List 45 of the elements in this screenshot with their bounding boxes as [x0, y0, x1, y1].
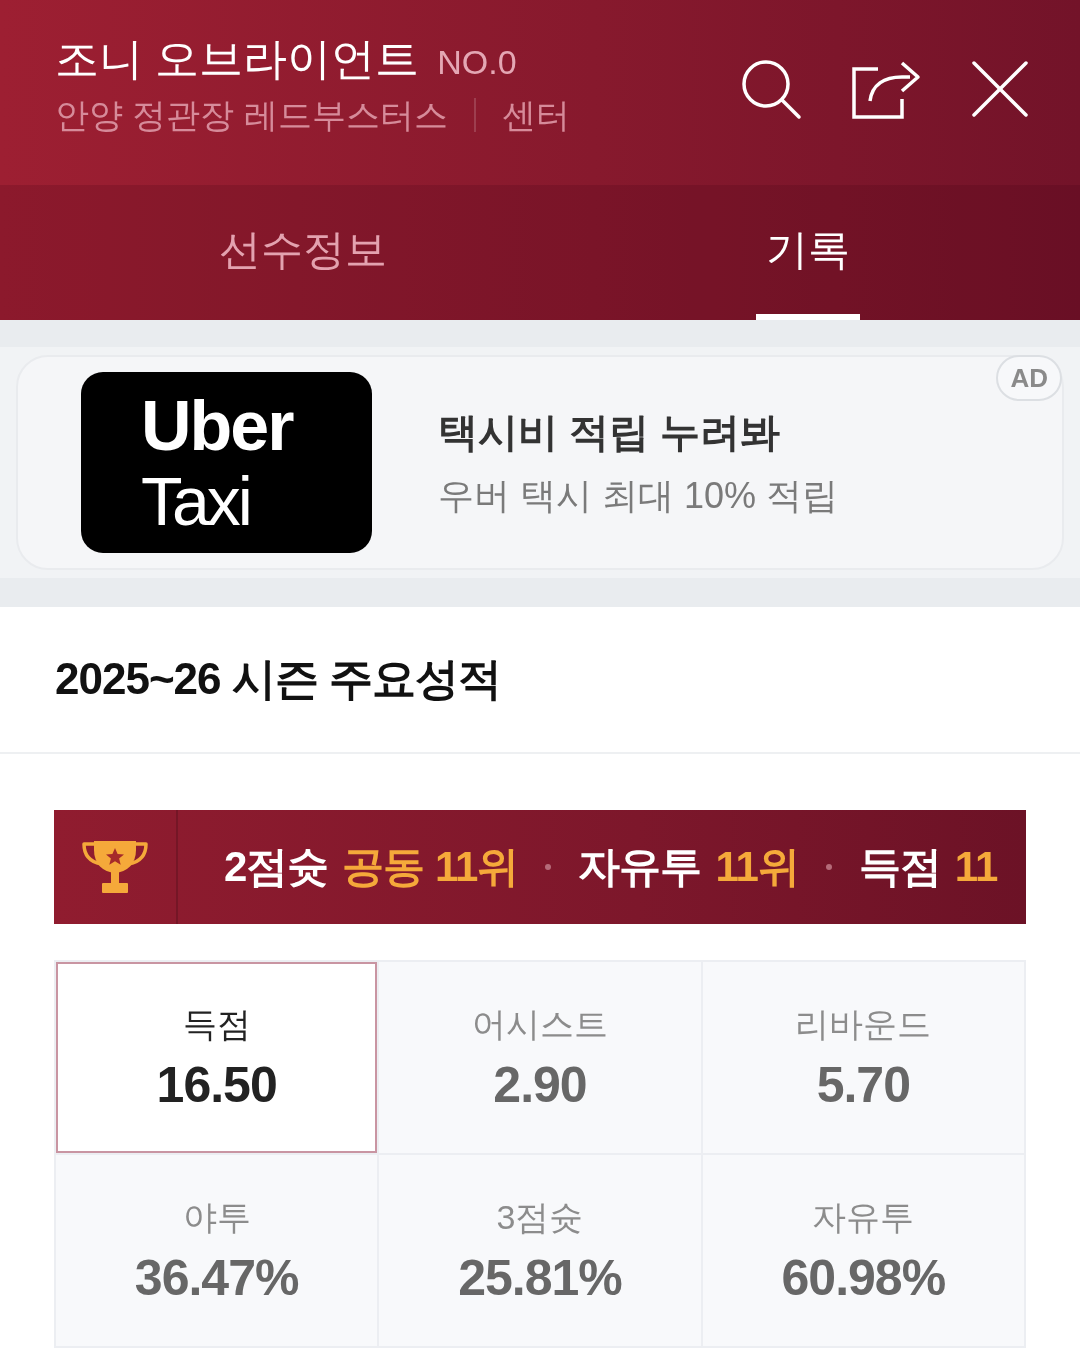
ad-card[interactable]: Uber Taxi 택시비 적립 누려봐 우버 택시 최대 10% 적립 AD: [16, 355, 1064, 570]
stat-cell[interactable]: 득점 16.50: [56, 962, 378, 1153]
ranking-category: 득점: [858, 842, 941, 892]
stat-value: 60.98%: [781, 1248, 946, 1307]
close-icon: [972, 61, 1028, 117]
stat-label: 자유투: [812, 1196, 915, 1238]
search-icon: [740, 58, 802, 120]
ad-subtitle: 우버 택시 최대 10% 적립: [438, 473, 839, 518]
stat-value: 5.70: [816, 1055, 910, 1114]
logo-text: Taxi: [141, 466, 250, 535]
ranking-value: 공동 11위: [342, 842, 519, 892]
section-title: 2025~26 시즌 주요성적: [55, 653, 501, 705]
team-name: 안양 정관장 레드부스터스: [55, 95, 448, 137]
player-name: 조니 오브라이언트: [55, 33, 420, 85]
ad-badge: AD: [996, 355, 1062, 401]
separator-dot-icon: [545, 864, 552, 870]
stat-label: 리바운드: [795, 1003, 932, 1045]
ranking-value: 11위: [715, 842, 799, 892]
stat-label: 3점슛: [496, 1196, 584, 1238]
stat-label: 야투: [182, 1196, 251, 1238]
stat-cell[interactable]: 리바운드 5.70: [702, 962, 1024, 1153]
stat-cell[interactable]: 자유투 60.98%: [702, 1155, 1024, 1346]
stat-label: 득점: [182, 1003, 251, 1045]
trophy-icon: [81, 840, 149, 894]
player-position: 센터: [501, 95, 570, 137]
close-button[interactable]: [972, 61, 1028, 117]
ranking-category: 2점슛: [224, 842, 329, 892]
ranking-category: 자유투: [578, 842, 702, 892]
stat-value: 2.90: [493, 1055, 587, 1114]
stat-cell[interactable]: 야투 36.47%: [56, 1155, 378, 1346]
stat-cell[interactable]: 어시스트 2.90: [379, 962, 701, 1153]
search-button[interactable]: [740, 58, 802, 120]
jersey-number: NO.0: [437, 43, 517, 82]
share-icon: [852, 59, 922, 119]
ad-title: 택시비 적립 누려봐: [438, 408, 782, 456]
stat-value: 16.50: [156, 1055, 277, 1114]
tab[interactable]: 선수정보: [208, 185, 397, 320]
stat-label: 어시스트: [472, 1003, 608, 1045]
separator-dot-icon: [825, 864, 832, 870]
stat-value: 36.47%: [134, 1248, 299, 1307]
logo-text: Uber: [141, 390, 293, 461]
ranking-value: 11: [954, 843, 998, 891]
share-button[interactable]: [852, 59, 922, 119]
stat-cell[interactable]: 3점슛 25.81%: [379, 1155, 701, 1346]
stat-value: 25.81%: [458, 1248, 622, 1307]
